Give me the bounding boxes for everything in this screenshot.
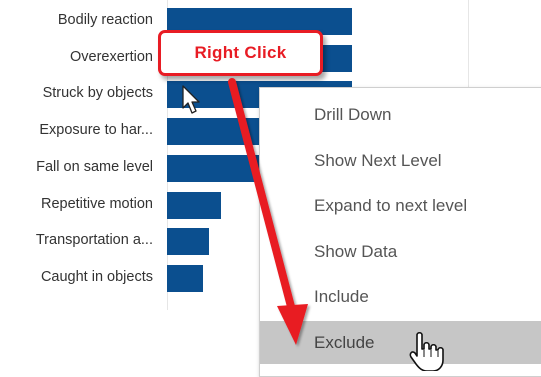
menu-item-include[interactable]: Include (260, 275, 541, 318)
category-label: Transportation a... (35, 232, 153, 249)
category-label: Exposure to har... (39, 122, 153, 139)
callout-label: Right Click (194, 43, 287, 62)
bar[interactable] (167, 264, 203, 292)
category-label: Fall on same level (36, 158, 153, 175)
category-label: Struck by objects (42, 85, 153, 102)
menu-item-expand-to-next-level[interactable]: Expand to next level (260, 184, 541, 227)
menu-item-show-data[interactable]: Show Data (260, 230, 541, 273)
right-click-callout: Right Click (158, 30, 323, 76)
menu-item-exclude[interactable]: Exclude (260, 320, 541, 364)
menu-item-show-next-level[interactable]: Show Next Level (260, 139, 541, 182)
category-label: Caught in objects (40, 268, 153, 285)
bar[interactable] (167, 191, 221, 219)
bar[interactable] (167, 228, 209, 256)
category-label: Repetitive motion (40, 195, 153, 212)
category-label: Overexertion (69, 48, 153, 65)
context-menu: Drill Down Show Next Level Expand to next … (259, 87, 541, 377)
menu-item-drill-down[interactable]: Drill Down (260, 93, 541, 136)
category-label: Bodily reaction (57, 12, 153, 28)
